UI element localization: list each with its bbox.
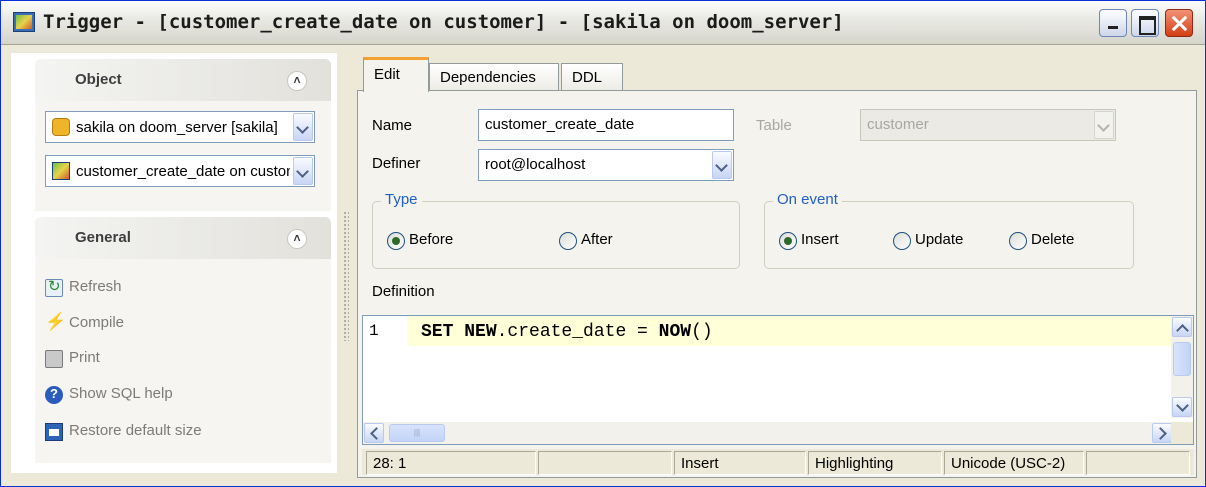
trigger-combo-value: customer_create_date on customer bbox=[76, 163, 290, 180]
chevron-down-icon bbox=[1094, 111, 1114, 139]
compile-icon bbox=[45, 312, 66, 333]
line-number-gutter: 1 bbox=[363, 316, 407, 418]
status-panel-empty bbox=[538, 451, 672, 475]
help-icon bbox=[45, 386, 63, 404]
table-combo: customer bbox=[860, 109, 1116, 141]
event-insert-label: Insert bbox=[801, 231, 839, 248]
definition-code-editor[interactable]: 1 SET NEW.create_date = NOW() ||| bbox=[362, 315, 1194, 445]
general-section-title: General bbox=[75, 229, 131, 246]
name-input[interactable]: customer_create_date bbox=[478, 109, 734, 141]
radio-unchecked-icon bbox=[893, 232, 911, 250]
chevron-down-icon[interactable] bbox=[293, 113, 313, 141]
tab-edit[interactable]: Edit bbox=[363, 57, 429, 92]
scroll-left-icon[interactable] bbox=[364, 423, 384, 443]
general-section-body: Refresh Compile Print Show SQL help Rest… bbox=[35, 259, 331, 463]
trigger-combo[interactable]: customer_create_date on customer bbox=[45, 155, 315, 187]
close-button[interactable] bbox=[1165, 9, 1193, 37]
radio-unchecked-icon bbox=[559, 232, 577, 250]
sql-keyword: SET bbox=[421, 322, 454, 342]
trigger-icon bbox=[52, 162, 70, 180]
print-icon bbox=[45, 350, 63, 368]
window-title: Trigger - [customer_create_date on custo… bbox=[43, 11, 844, 33]
type-before-label: Before bbox=[409, 231, 454, 248]
definer-combo[interactable]: root@localhost bbox=[478, 149, 734, 181]
maximize-button[interactable] bbox=[1131, 9, 1159, 37]
status-panel-empty bbox=[1086, 451, 1190, 475]
trigger-editor-window: Trigger - [customer_create_date on custo… bbox=[0, 0, 1206, 487]
table-label: Table bbox=[756, 117, 792, 134]
minimize-button[interactable] bbox=[1099, 9, 1127, 37]
database-combo[interactable]: sakila on doom_server [sakila] bbox=[45, 111, 315, 143]
refresh-label: Refresh bbox=[69, 278, 122, 295]
scrollbar-corner bbox=[1171, 422, 1193, 444]
compile-label: Compile bbox=[69, 314, 125, 331]
object-section-title: Object bbox=[75, 71, 122, 88]
sql-keyword: NOW bbox=[658, 322, 692, 342]
table-combo-value: customer bbox=[867, 116, 929, 133]
edit-mode: Insert bbox=[674, 451, 806, 475]
horizontal-scrollbar[interactable]: ||| bbox=[363, 422, 1173, 444]
show-sql-help-label: Show SQL help bbox=[69, 385, 173, 402]
show-sql-help-action[interactable]: Show SQL help bbox=[45, 384, 325, 406]
scroll-down-icon[interactable] bbox=[1172, 397, 1192, 417]
definer-combo-value: root@localhost bbox=[485, 156, 586, 173]
vertical-scroll-thumb[interactable] bbox=[1173, 342, 1191, 376]
chevron-down-icon[interactable] bbox=[712, 151, 732, 179]
compile-action[interactable]: Compile bbox=[45, 312, 325, 335]
database-combo-value: sakila on doom_server [sakila] bbox=[76, 119, 278, 136]
print-label: Print bbox=[69, 349, 100, 366]
trigger-app-icon bbox=[13, 12, 35, 32]
navigation-panel: Object ˄ sakila on doom_server [sakila] … bbox=[11, 53, 337, 473]
object-section-header[interactable]: Object ˄ bbox=[35, 59, 331, 101]
restore-default-size-label: Restore default size bbox=[69, 422, 202, 439]
type-after-label: After bbox=[581, 231, 613, 248]
chevron-down-icon[interactable] bbox=[293, 157, 313, 185]
type-groupbox: Type Before After bbox=[372, 191, 740, 269]
sql-keyword: NEW bbox=[464, 322, 497, 342]
collapse-object-icon[interactable]: ˄ bbox=[287, 71, 307, 91]
line-number: 1 bbox=[369, 322, 379, 340]
tab-ddl[interactable]: DDL bbox=[561, 63, 623, 91]
scroll-right-icon[interactable] bbox=[1152, 423, 1172, 443]
vertical-scrollbar[interactable] bbox=[1171, 316, 1193, 418]
database-icon bbox=[52, 118, 70, 136]
restore-default-size-action[interactable]: Restore default size bbox=[45, 421, 325, 443]
definer-label: Definer bbox=[372, 155, 421, 172]
sql-text: () bbox=[691, 322, 713, 342]
title-bar[interactable]: Trigger - [customer_create_date on custo… bbox=[1, 1, 1205, 45]
event-delete-label: Delete bbox=[1031, 231, 1075, 248]
print-action[interactable]: Print bbox=[45, 348, 325, 370]
type-group-title: Type bbox=[381, 191, 422, 208]
object-section-body: sakila on doom_server [sakila] customer_… bbox=[35, 101, 331, 211]
horizontal-scroll-thumb[interactable]: ||| bbox=[389, 424, 445, 442]
sql-text: .create_date = bbox=[496, 322, 659, 342]
name-label: Name bbox=[372, 117, 413, 134]
radio-checked-icon bbox=[779, 232, 797, 250]
highlighting-status: Highlighting bbox=[808, 451, 942, 475]
refresh-action[interactable]: Refresh bbox=[45, 277, 325, 299]
on-event-groupbox: On event Insert Update Delete bbox=[764, 191, 1134, 269]
general-section-header[interactable]: General ˄ bbox=[35, 217, 331, 259]
code-line[interactable]: SET NEW.create_date = NOW() bbox=[421, 322, 713, 342]
collapse-general-icon[interactable]: ˄ bbox=[287, 229, 307, 249]
encoding-status: Unicode (USC-2) bbox=[944, 451, 1084, 475]
panel-splitter[interactable] bbox=[343, 211, 349, 341]
refresh-icon bbox=[45, 277, 63, 297]
on-event-group-title: On event bbox=[773, 191, 842, 208]
radio-checked-icon bbox=[387, 232, 405, 250]
scroll-up-icon[interactable] bbox=[1172, 317, 1192, 337]
tab-dependencies[interactable]: Dependencies bbox=[429, 63, 559, 91]
definition-label: Definition bbox=[372, 283, 435, 300]
cursor-position: 28: 1 bbox=[366, 451, 536, 475]
restore-size-icon bbox=[45, 423, 63, 441]
status-bar: 28: 1 Insert Highlighting Unicode (USC-2… bbox=[362, 449, 1194, 475]
radio-unchecked-icon bbox=[1009, 232, 1027, 250]
edit-tab-panel: Name customer_create_date Table customer… bbox=[357, 90, 1197, 478]
event-update-label: Update bbox=[915, 231, 964, 248]
